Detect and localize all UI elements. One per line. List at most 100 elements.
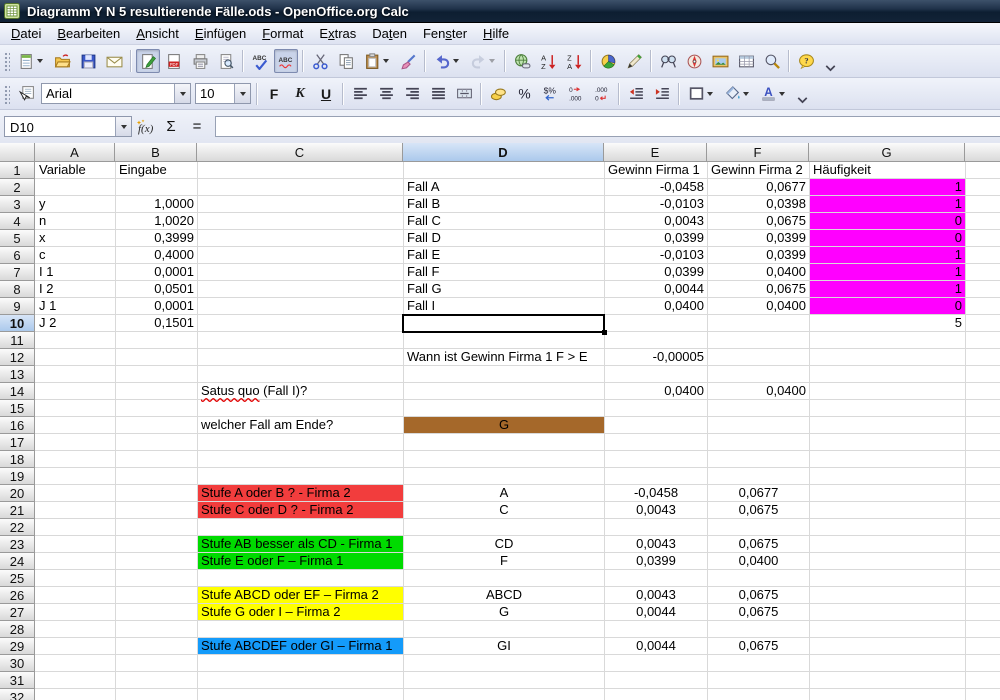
- cell-B8[interactable]: 0,0501: [116, 281, 197, 297]
- column-header-B[interactable]: B: [115, 143, 197, 162]
- toolbar-overflow-button[interactable]: [821, 59, 840, 75]
- italic-button[interactable]: K: [288, 82, 312, 106]
- cell-B6[interactable]: 0,4000: [116, 247, 197, 263]
- cell-F20[interactable]: 0,0677: [708, 485, 809, 501]
- cell-A9[interactable]: J 1: [36, 298, 115, 314]
- cell-F21[interactable]: 0,0675: [708, 502, 809, 518]
- cell-E27[interactable]: 0,0044: [605, 604, 707, 620]
- navigator-button[interactable]: [682, 49, 706, 73]
- row-header-31[interactable]: 31: [0, 672, 35, 689]
- column-header-G[interactable]: G: [809, 143, 965, 162]
- add-decimal-button[interactable]: 0.000: [564, 82, 588, 106]
- cell-E3[interactable]: -0,0103: [605, 196, 707, 212]
- cell-E8[interactable]: 0,0044: [605, 281, 707, 297]
- cell-C23[interactable]: Stufe AB besser als CD - Firma 1: [198, 536, 403, 552]
- align-right-button[interactable]: [400, 82, 424, 106]
- cell-D3[interactable]: Fall B: [404, 196, 604, 212]
- cell-A8[interactable]: I 2: [36, 281, 115, 297]
- cell-F9[interactable]: 0,0400: [708, 298, 809, 314]
- cell-F8[interactable]: 0,0675: [708, 281, 809, 297]
- row-header-27[interactable]: 27: [0, 604, 35, 621]
- cell-A6[interactable]: c: [36, 247, 115, 263]
- cell-E4[interactable]: 0,0043: [605, 213, 707, 229]
- cell-C24[interactable]: Stufe E oder F – Firma 1: [198, 553, 403, 569]
- row-header-24[interactable]: 24: [0, 553, 35, 570]
- column-header-C[interactable]: C: [197, 143, 403, 162]
- cell-D27[interactable]: G: [404, 604, 604, 620]
- column-header-E[interactable]: E: [604, 143, 707, 162]
- cell-A1[interactable]: Variable: [36, 162, 115, 178]
- cell-D26[interactable]: ABCD: [404, 587, 604, 603]
- cell-reference-box[interactable]: D10: [4, 116, 132, 137]
- font-color-dropdown[interactable]: [778, 83, 787, 105]
- row-header-3[interactable]: 3: [0, 196, 35, 213]
- cell-A7[interactable]: I 1: [36, 264, 115, 280]
- cell-cursor[interactable]: [402, 314, 605, 333]
- menu-einfügen[interactable]: Einfügen: [187, 24, 254, 43]
- row-header-28[interactable]: 28: [0, 621, 35, 638]
- delete-decimal-button[interactable]: .0000: [590, 82, 614, 106]
- cell-C14[interactable]: Satus quo (Fall I)?: [198, 383, 403, 399]
- cell-G8[interactable]: 1: [810, 281, 965, 297]
- cell-E21[interactable]: 0,0043: [605, 502, 707, 518]
- data-sources-button[interactable]: [734, 49, 758, 73]
- toolbar-grip[interactable]: [3, 51, 10, 71]
- cell-F27[interactable]: 0,0675: [708, 604, 809, 620]
- cell-F1[interactable]: Gewinn Firma 2: [708, 162, 809, 178]
- column-header-D[interactable]: D: [403, 143, 604, 162]
- new-document-dropdown[interactable]: [36, 50, 45, 72]
- equals-button[interactable]: =: [185, 115, 209, 139]
- cell-A5[interactable]: x: [36, 230, 115, 246]
- sort-ascending-button[interactable]: AZ: [536, 49, 560, 73]
- cell-F29[interactable]: 0,0675: [708, 638, 809, 654]
- chart-button[interactable]: [596, 49, 620, 73]
- row-header-4[interactable]: 4: [0, 213, 35, 230]
- toolbar-overflow-button[interactable]: [793, 91, 812, 107]
- row-header-25[interactable]: 25: [0, 570, 35, 587]
- number-currency-button[interactable]: [486, 82, 510, 106]
- row-header-17[interactable]: 17: [0, 434, 35, 451]
- cell-B4[interactable]: 1,0020: [116, 213, 197, 229]
- name-box-dropdown[interactable]: [115, 117, 131, 136]
- cell-G2[interactable]: 1: [810, 179, 965, 195]
- font-name-combo[interactable]: Arial: [41, 83, 191, 104]
- cell-F7[interactable]: 0,0400: [708, 264, 809, 280]
- menu-extras[interactable]: Extras: [311, 24, 364, 43]
- email-button[interactable]: [102, 49, 126, 73]
- cell-B5[interactable]: 0,3999: [116, 230, 197, 246]
- save-button[interactable]: [76, 49, 100, 73]
- auto-spellcheck-button[interactable]: ABC: [274, 49, 298, 73]
- row-header-6[interactable]: 6: [0, 247, 35, 264]
- cell-B7[interactable]: 0,0001: [116, 264, 197, 280]
- row-header-14[interactable]: 14: [0, 383, 35, 400]
- decrease-indent-button[interactable]: [624, 82, 648, 106]
- row-header-9[interactable]: 9: [0, 298, 35, 315]
- copy-button[interactable]: [334, 49, 358, 73]
- cell-D23[interactable]: CD: [404, 536, 604, 552]
- row-header-13[interactable]: 13: [0, 366, 35, 383]
- sum-button[interactable]: Σ: [159, 115, 183, 139]
- row-header-16[interactable]: 16: [0, 417, 35, 434]
- borders-button[interactable]: [684, 82, 718, 106]
- row-header-22[interactable]: 22: [0, 519, 35, 536]
- row-header-10[interactable]: 10: [0, 315, 35, 332]
- cell-F14[interactable]: 0,0400: [708, 383, 809, 399]
- paste-button[interactable]: [360, 49, 394, 73]
- cell-E23[interactable]: 0,0043: [605, 536, 707, 552]
- cell-B9[interactable]: 0,0001: [116, 298, 197, 314]
- column-header-partial-8[interactable]: [965, 143, 1000, 162]
- cell-F6[interactable]: 0,0399: [708, 247, 809, 263]
- align-left-button[interactable]: [348, 82, 372, 106]
- cell-B10[interactable]: 0,1501: [116, 315, 197, 331]
- row-header-2[interactable]: 2: [0, 179, 35, 196]
- cell-F2[interactable]: 0,0677: [708, 179, 809, 195]
- row-header-21[interactable]: 21: [0, 502, 35, 519]
- formula-input[interactable]: [215, 116, 1000, 137]
- menu-format[interactable]: Format: [254, 24, 311, 43]
- cell-C16[interactable]: welcher Fall am Ende?: [198, 417, 403, 433]
- cell-G7[interactable]: 1: [810, 264, 965, 280]
- font-name-dropdown[interactable]: [174, 84, 190, 103]
- cell-D2[interactable]: Fall A: [404, 179, 604, 195]
- font-size-combo[interactable]: 10: [195, 83, 251, 104]
- cell-F26[interactable]: 0,0675: [708, 587, 809, 603]
